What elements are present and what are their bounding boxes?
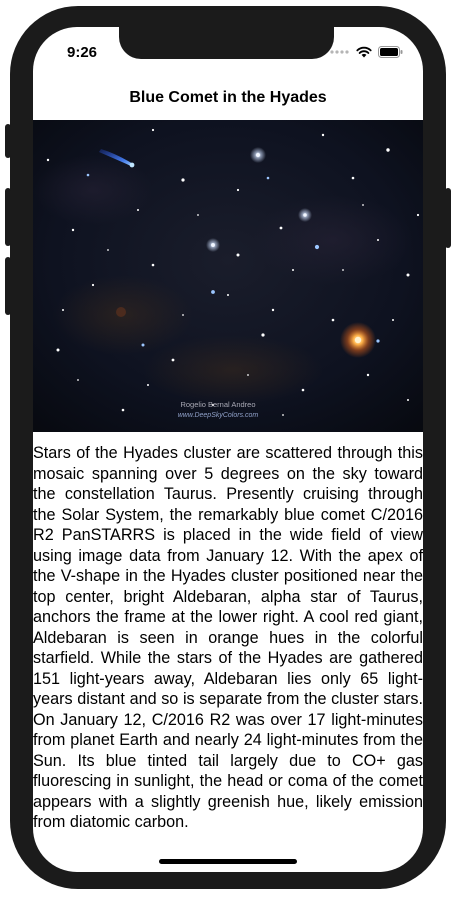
image-credit-name: Rogelio Bernal Andreo [180,400,255,409]
home-indicator[interactable] [159,859,297,864]
power-button [445,188,451,248]
notch [119,27,334,59]
battery-icon [378,46,403,58]
wifi-icon [356,46,372,58]
volume-down-button [5,257,11,315]
article-text: Stars of the Hyades cluster are scattere… [33,444,423,831]
nav-title: Blue Comet in the Hyades [129,89,327,106]
image-credit-url: www.DeepSkyColors.com [178,412,259,419]
astronomy-photo[interactable]: Rogelio Bernal Andreo www.DeepSkyColors.… [33,120,423,432]
aldebaran-star [340,322,376,358]
status-icons [330,46,403,58]
mute-switch [5,124,11,158]
volume-up-button [5,188,11,246]
screen: 9:26 Blue Comet in the Hyades Rogelio Be… [33,27,423,872]
signal-dots-icon [330,50,349,54]
status-time: 9:26 [67,44,98,61]
